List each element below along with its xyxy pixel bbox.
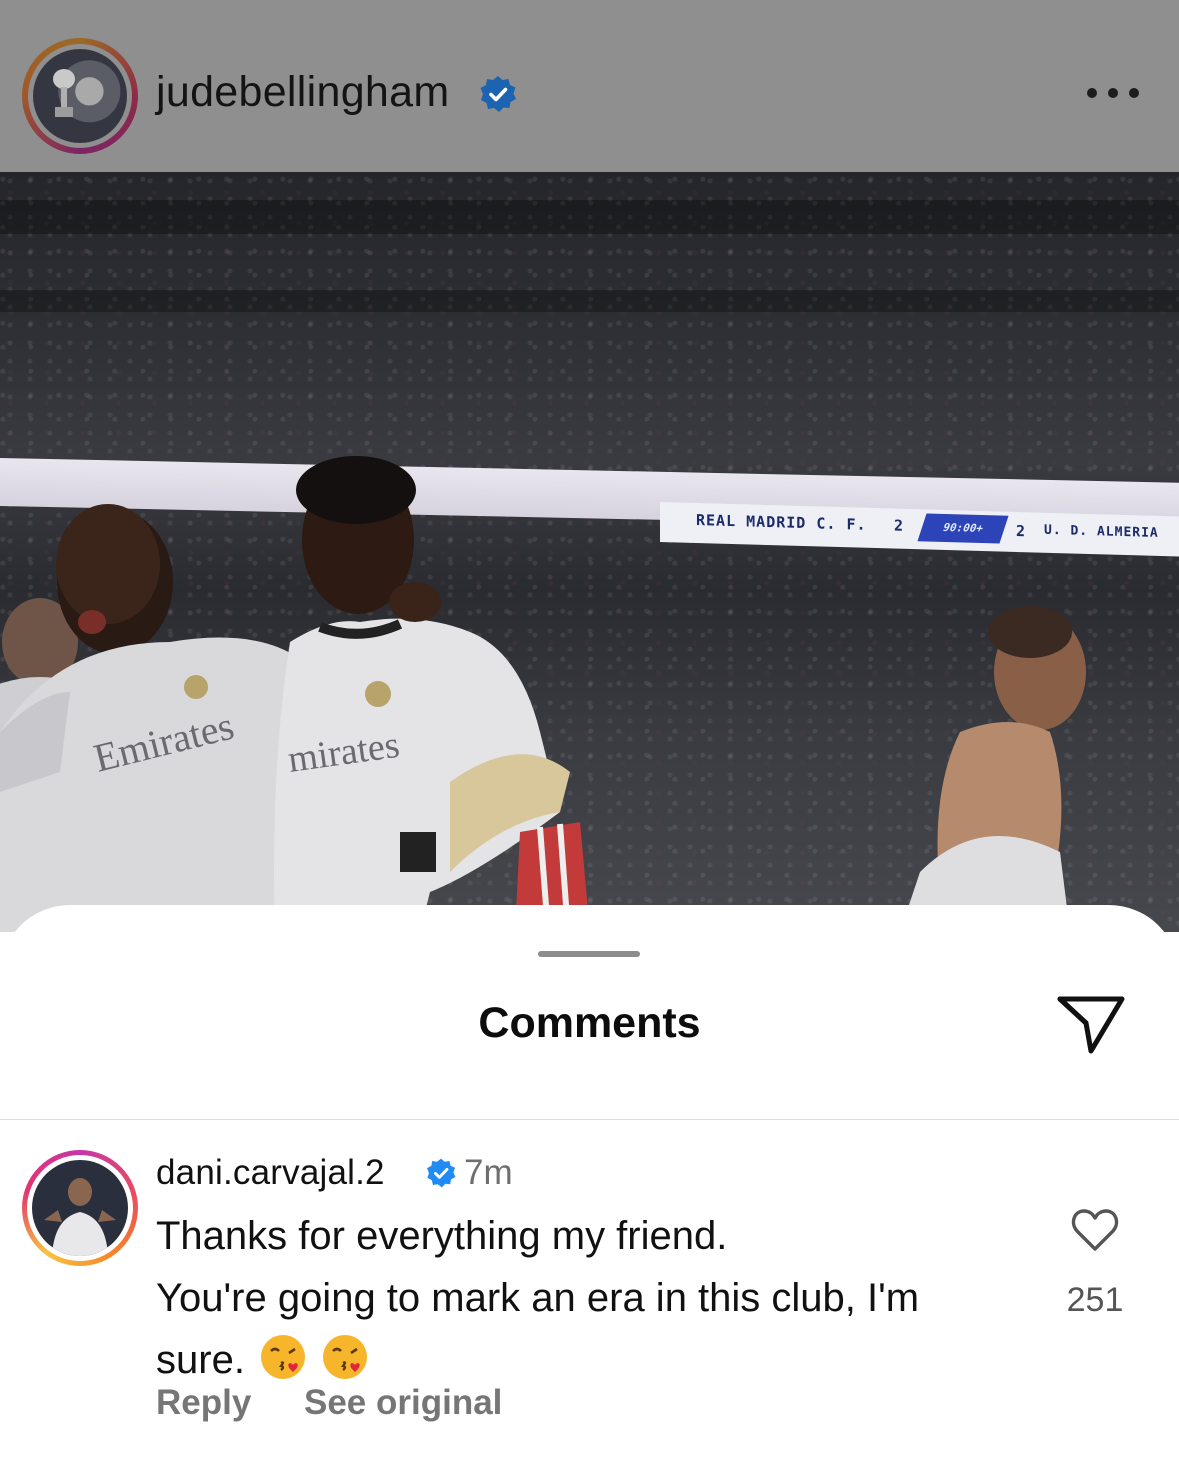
face-blowing-kiss-emoji-icon [322,1335,367,1379]
verified-badge-icon [480,76,516,112]
send-paper-plane-icon[interactable] [1056,993,1126,1057]
verified-badge-icon [427,1158,456,1188]
comment-author-avatar[interactable] [22,1150,138,1266]
post-username[interactable]: judebellingham [156,68,449,117]
face-blowing-kiss-emoji-icon [260,1335,305,1379]
post-photo[interactable]: REAL MADRID C. F. 2 90:00+ 2 U. D. ALMER… [0,172,1179,932]
post-author-avatar[interactable] [22,38,138,154]
comment-line-1: Thanks for everything my friend. [156,1214,728,1258]
divider [0,1119,1179,1120]
avatar-border [28,44,132,148]
avatar-photo [32,1160,128,1256]
comments-title: Comments [478,999,701,1047]
players-illustration: Emirates mirates [0,456,1086,932]
avatar-figure [44,1178,116,1256]
sheet-drag-handle[interactable] [538,951,640,957]
trophy-icon [53,69,75,117]
comment-timestamp: 7m [464,1153,513,1192]
dot [1129,88,1139,98]
heart-like-icon[interactable] [1070,1207,1120,1253]
comment-username[interactable]: dani.carvajal.2 [156,1153,385,1193]
dot [1108,88,1118,98]
comments-sheet: Comments dani.carvajal.2 7m Thanks for e… [0,905,1179,1465]
avatar-photo [33,49,127,143]
see-original-button[interactable]: See original [304,1383,502,1423]
like-count: 251 [1066,1281,1124,1319]
post-header: judebellingham [0,0,1179,172]
comment-body: Thanks for everything my friend. You're … [156,1205,1016,1391]
dot [1087,88,1097,98]
avatar-border [27,1155,133,1261]
reply-button[interactable]: Reply [156,1383,251,1423]
more-options-button[interactable] [1087,82,1139,104]
comment-line-2-wrap: You're going to mark an era in this club… [156,1267,1016,1391]
